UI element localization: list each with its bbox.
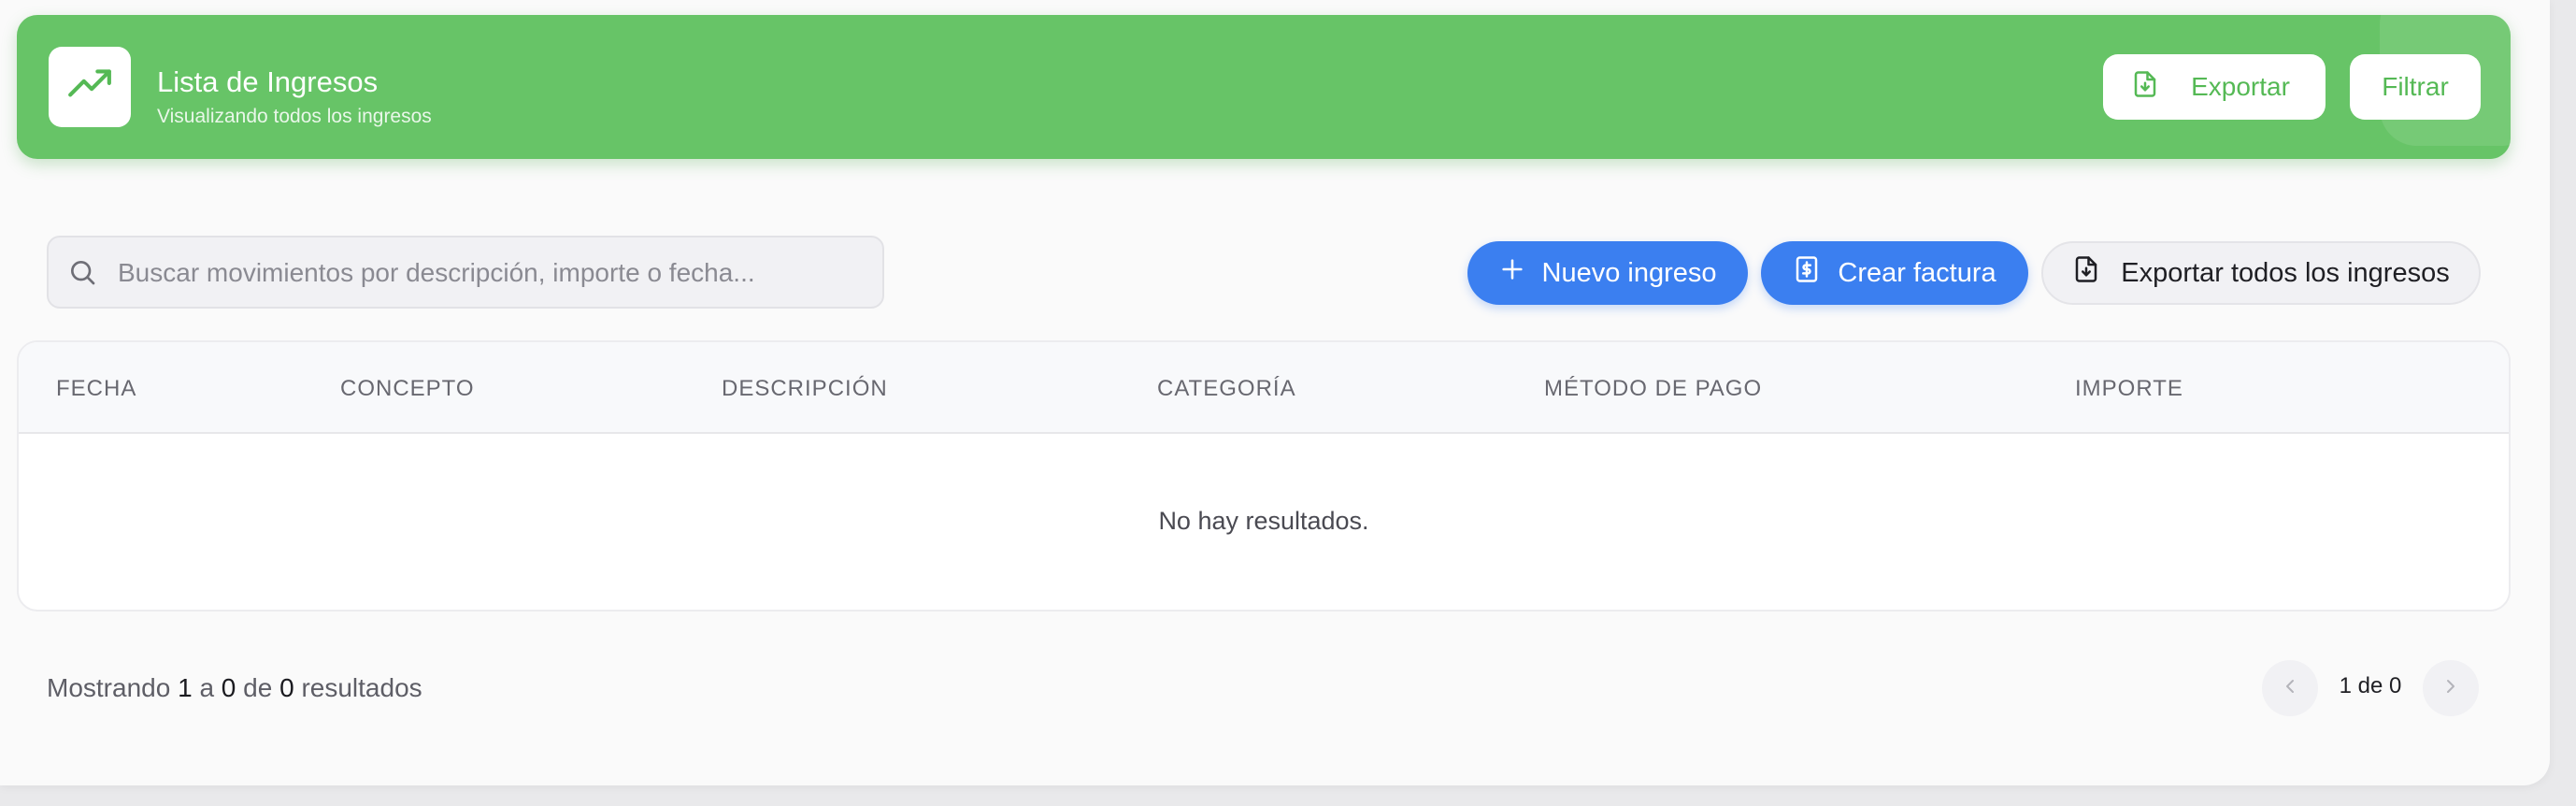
filter-button-label: Filtrar <box>2382 72 2449 101</box>
column-header-importe[interactable]: IMPORTE <box>2075 376 2183 402</box>
column-header-metodo-pago[interactable]: MÉTODO DE PAGO <box>1544 376 1762 402</box>
header-logo <box>49 47 131 127</box>
column-header-fecha[interactable]: FECHA <box>56 376 136 402</box>
trending-up-icon <box>66 62 113 113</box>
invoice-icon <box>1793 255 1821 291</box>
summary-of-word: de <box>243 673 273 702</box>
new-income-button[interactable]: Nuevo ingreso <box>1467 241 1748 305</box>
page-subtitle: Visualizando todos los ingresos <box>157 106 432 127</box>
export-all-label: Exportar todos los ingresos <box>2121 257 2450 288</box>
summary-total: 0 <box>279 673 294 702</box>
page-title: Lista de Ingresos <box>157 65 379 98</box>
column-header-categoria[interactable]: CATEGORÍA <box>1157 376 1296 402</box>
summary-prefix: Mostrando <box>47 673 171 702</box>
page-header: Lista de Ingresos Visualizando todos los… <box>17 15 2511 159</box>
chevron-right-icon <box>2440 675 2462 702</box>
search-box <box>47 236 884 309</box>
summary-to: 0 <box>221 673 236 702</box>
search-input[interactable] <box>116 237 867 309</box>
filter-button[interactable]: Filtrar <box>2350 54 2481 120</box>
export-button[interactable]: Exportar <box>2103 54 2326 120</box>
create-invoice-label: Crear factura <box>1838 257 1996 288</box>
column-header-concepto[interactable]: CONCEPTO <box>340 376 475 402</box>
column-header-descripcion[interactable]: DESCRIPCIÓN <box>722 376 888 402</box>
new-income-label: Nuevo ingreso <box>1541 257 1717 288</box>
search-icon <box>67 257 97 292</box>
summary-results-word: resultados <box>301 673 422 702</box>
create-invoice-button[interactable]: Crear factura <box>1761 241 2028 305</box>
plus-icon <box>1499 256 1525 290</box>
summary-from: 1 <box>178 673 193 702</box>
export-button-label: Exportar <box>2191 72 2290 101</box>
summary-to-word: a <box>199 673 215 702</box>
file-download-icon <box>2072 255 2100 291</box>
previous-page-button[interactable] <box>2262 660 2318 716</box>
page-container: Lista de Ingresos Visualizando todos los… <box>0 0 2550 785</box>
chevron-left-icon <box>2279 675 2301 702</box>
empty-state-message: No hay resultados. <box>1158 507 1369 535</box>
page-indicator: 1 de 0 <box>2339 673 2402 698</box>
export-all-button[interactable]: Exportar todos los ingresos <box>2041 241 2481 305</box>
table-header: FECHA CONCEPTO DESCRIPCIÓN CATEGORÍA MÉT… <box>19 342 2509 434</box>
pagination-summary: Mostrando 1 a 0 de 0 resultados <box>47 673 422 703</box>
file-download-icon <box>2131 70 2159 105</box>
income-table: FECHA CONCEPTO DESCRIPCIÓN CATEGORÍA MÉT… <box>17 340 2511 612</box>
next-page-button[interactable] <box>2423 660 2479 716</box>
